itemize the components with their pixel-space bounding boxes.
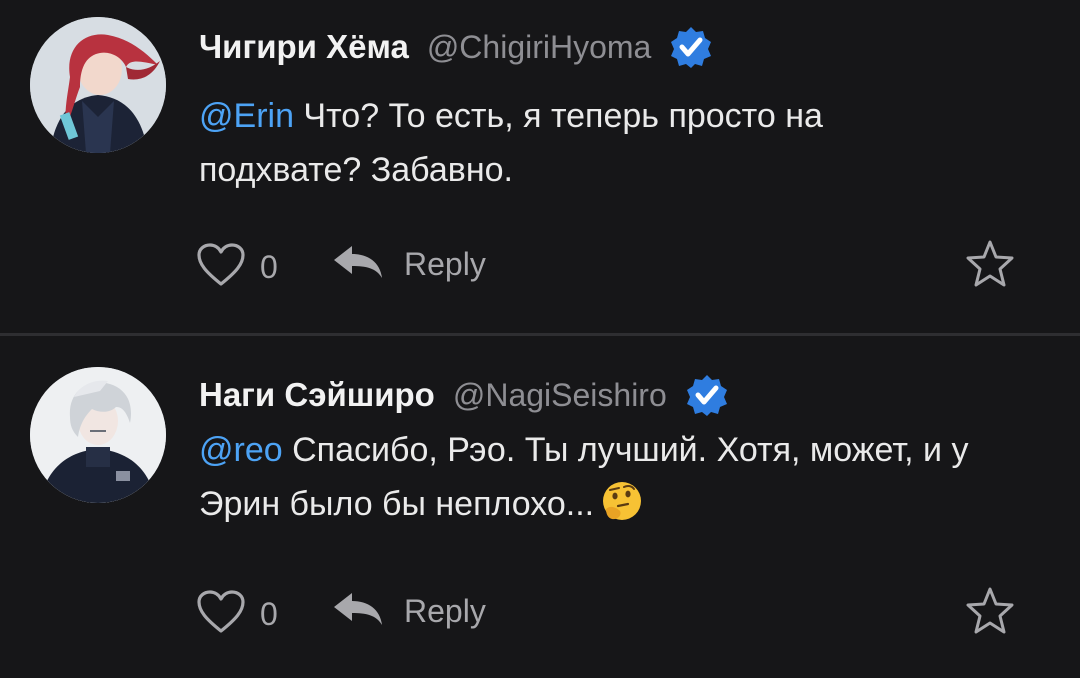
star-icon: [964, 587, 1016, 641]
reply-arrow-icon: [332, 242, 384, 287]
reply-button[interactable]: Reply: [332, 589, 486, 634]
reply-label: Reply: [404, 246, 486, 282]
comment-header: Наги Сэйширо @NagiSeishiro: [199, 373, 729, 417]
avatar[interactable]: [30, 367, 166, 503]
author-handle[interactable]: @ChigiriHyoma: [427, 29, 652, 66]
like-count: 0: [260, 596, 278, 632]
author-name[interactable]: Наги Сэйширо: [199, 376, 435, 414]
heart-icon: [196, 242, 246, 293]
verified-badge-icon: [669, 25, 713, 69]
star-icon: [964, 240, 1016, 294]
comment-item: Наги Сэйширо @NagiSeishiro @reo Спасибо,…: [0, 336, 1080, 678]
like-button[interactable]: 0: [196, 589, 278, 640]
comment-item: Чигири Хёма @ChigiriHyoma @Erin Что? То …: [0, 0, 1080, 334]
heart-icon: [196, 589, 246, 640]
comment-actions: 0 Reply: [196, 236, 1026, 296]
comment-text: @Erin Что? То есть, я теперь просто на п…: [199, 89, 979, 197]
like-button[interactable]: 0: [196, 242, 278, 293]
verified-badge-icon: [685, 373, 729, 417]
author-handle[interactable]: @NagiSeishiro: [453, 377, 667, 414]
avatar[interactable]: [30, 17, 166, 153]
author-name[interactable]: Чигири Хёма: [199, 28, 409, 66]
reply-arrow-icon: [332, 589, 384, 634]
comment-body: Спасибо, Рэо. Ты лучший. Хотя, может, и …: [199, 431, 969, 523]
favorite-button[interactable]: [964, 585, 1016, 642]
mention-link[interactable]: @Erin: [199, 97, 294, 135]
comment-actions: 0 Reply: [196, 583, 1026, 643]
reply-button[interactable]: Reply: [332, 242, 486, 287]
favorite-button[interactable]: [964, 238, 1016, 295]
thinking-face-emoji: [600, 479, 644, 523]
mention-link[interactable]: @reo: [199, 431, 283, 469]
reply-label: Reply: [404, 593, 486, 629]
comment-header: Чигири Хёма @ChigiriHyoma: [199, 25, 713, 69]
comment-text: @reo Спасибо, Рэо. Ты лучший. Хотя, може…: [199, 423, 979, 531]
like-count: 0: [260, 249, 278, 285]
